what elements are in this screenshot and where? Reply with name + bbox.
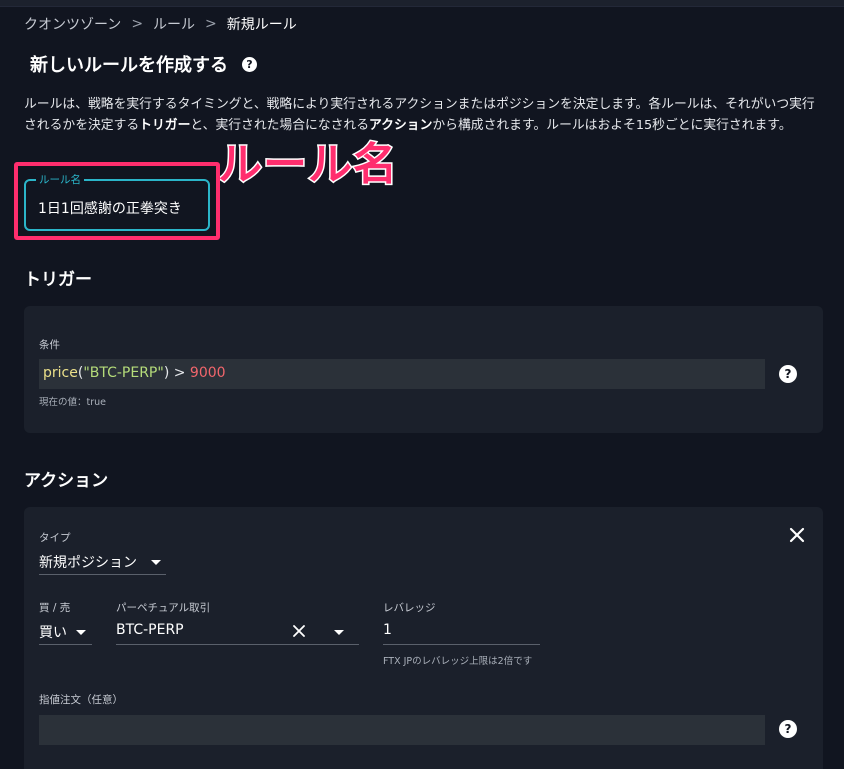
leverage-value: 1 [383, 622, 392, 638]
condition-code: price("BTC-PERP") > 9000 [43, 365, 226, 381]
breadcrumb: クオンツゾーン > ルール > 新規ルール [24, 14, 297, 34]
code-string: "BTC-PERP" [83, 365, 164, 381]
page-title: 新しいルールを作成する [30, 55, 228, 76]
breadcrumb-item-quants-zone[interactable]: クオンツゾーン [24, 14, 121, 34]
top-bar [0, 0, 844, 7]
code-operator: > [169, 365, 190, 381]
breadcrumb-item-rules[interactable]: ルール [153, 14, 195, 34]
leverage-input[interactable]: 1 [383, 620, 540, 645]
action-card: タイプ 新規ポジション 買 / 売 買い パーペチュアル取引 BTC-PERP … [24, 507, 823, 769]
chevron-down-icon [76, 630, 86, 635]
page-description: ルールは、戦略を実行するタイミングと、戦略により実行されるアクションまたはポジシ… [24, 94, 824, 136]
action-section-title: アクション [24, 471, 109, 491]
condition-code-input[interactable]: price("BTC-PERP") > 9000 [39, 359, 765, 389]
breadcrumb-separator: > [131, 16, 144, 32]
limit-order-input[interactable] [39, 715, 765, 745]
question-icon[interactable]: ? [779, 365, 797, 383]
market-label: パーペチュアル取引 [116, 602, 211, 614]
type-label: タイプ [39, 532, 71, 544]
leverage-label: レバレッジ [383, 602, 436, 614]
side-label: 買 / 売 [39, 602, 71, 614]
market-value: BTC-PERP [116, 622, 184, 638]
description-trigger-term: トリガー [139, 118, 191, 133]
clear-icon[interactable] [292, 622, 306, 643]
annotation-callout-label: ルール名 [217, 138, 399, 192]
side-select[interactable]: 買い [39, 620, 92, 645]
type-value: 新規ポジション [39, 555, 137, 571]
description-text: から構成されます。ルールはおよそ15秒ごとに実行されます。 [432, 118, 792, 133]
question-icon[interactable]: ? [779, 720, 797, 738]
trigger-card: 条件 price("BTC-PERP") > 9000 ? 現在の値：true [24, 306, 823, 433]
chevron-down-icon [151, 560, 161, 565]
breadcrumb-separator: > [205, 16, 217, 32]
rule-name-label: ルール名 [36, 172, 84, 187]
side-value: 買い [39, 625, 67, 641]
code-number: 9000 [189, 365, 226, 381]
leverage-note: FTX JPのレバレッジ上限は2倍です [383, 656, 533, 667]
chevron-down-icon [334, 630, 344, 635]
breadcrumb-item-new-rule: 新規ルール [226, 17, 297, 33]
type-select[interactable]: 新規ポジション [39, 550, 166, 575]
rule-name-input[interactable]: 1日1回感謝の正拳突き [38, 198, 182, 218]
close-icon[interactable] [788, 525, 806, 543]
current-value-text: 現在の値：true [39, 397, 106, 408]
page-title-row: 新しいルールを作成する ? [30, 51, 257, 77]
condition-label: 条件 [39, 339, 60, 351]
limit-order-label: 指値注文（任意） [39, 694, 123, 706]
trigger-section-title: トリガー [24, 270, 92, 290]
code-function: price [43, 365, 78, 381]
market-select[interactable]: BTC-PERP [116, 620, 359, 645]
question-icon[interactable]: ? [242, 56, 257, 72]
rule-name-field[interactable]: ルール名 1日1回感謝の正拳突き [24, 172, 210, 231]
